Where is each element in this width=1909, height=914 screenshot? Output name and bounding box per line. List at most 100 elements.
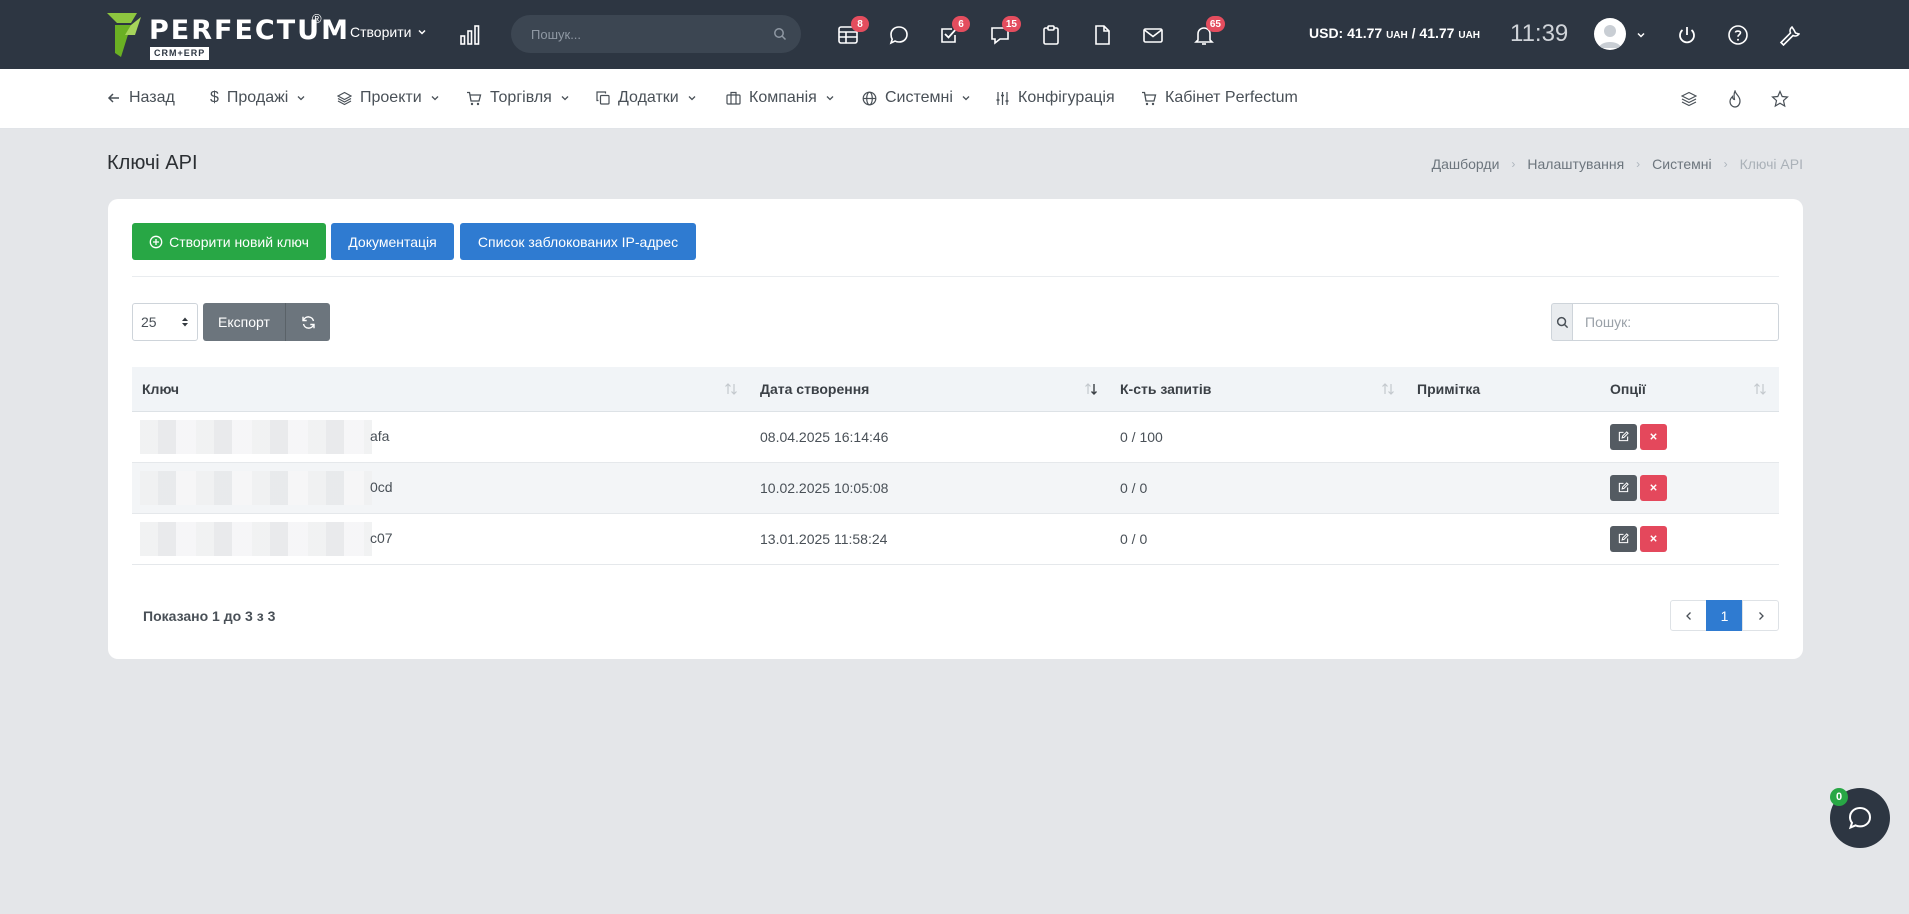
file-icon-button[interactable] bbox=[1091, 24, 1113, 46]
close-icon bbox=[1650, 433, 1657, 440]
nav-back[interactable]: Назад bbox=[107, 89, 175, 107]
options-cell bbox=[1600, 513, 1779, 565]
chevron-down-icon bbox=[561, 96, 569, 101]
nav-addons[interactable]: Додатки bbox=[596, 89, 697, 107]
flame-icon[interactable] bbox=[1727, 90, 1743, 108]
note-cell bbox=[1407, 411, 1600, 463]
edit-button[interactable] bbox=[1610, 525, 1637, 552]
created-cell: 13.01.2025 11:58:24 bbox=[750, 513, 1110, 565]
plus-circle-icon bbox=[149, 235, 163, 248]
rate-buy: 41.77 bbox=[1347, 25, 1383, 41]
nav-cabinet[interactable]: Кабінет Perfectum bbox=[1141, 89, 1298, 107]
sort-icon bbox=[725, 383, 737, 395]
nav-projects[interactable]: Проекти bbox=[337, 89, 440, 107]
breadcrumb-settings[interactable]: Налаштування bbox=[1527, 156, 1624, 172]
table-icon-button[interactable]: 8 bbox=[837, 16, 869, 46]
edit-button[interactable] bbox=[1610, 423, 1637, 450]
nav-sales[interactable]: $ Продажі bbox=[210, 89, 306, 107]
column-created[interactable]: Дата створення bbox=[750, 367, 1110, 412]
table-row: c07 13.01.2025 11:58:24 0 / 0 bbox=[132, 513, 1779, 565]
power-icon[interactable] bbox=[1676, 24, 1698, 46]
breadcrumb-dashboards[interactable]: Дашборди bbox=[1432, 156, 1500, 172]
delete-button[interactable] bbox=[1640, 423, 1667, 450]
sort-desc-icon bbox=[1085, 383, 1097, 395]
mail-icon-button[interactable] bbox=[1142, 24, 1164, 46]
edit-icon bbox=[1618, 431, 1629, 442]
table-row: 0cd 10.02.2025 10:05:08 0 / 0 bbox=[132, 462, 1779, 514]
clipboard-icon-button[interactable] bbox=[1040, 24, 1062, 46]
page-title: Ключі API bbox=[107, 152, 198, 174]
chevron-right-icon: › bbox=[1723, 157, 1728, 171]
docs-button[interactable]: Документація bbox=[331, 223, 454, 260]
copy-icon bbox=[596, 91, 610, 105]
star-icon[interactable] bbox=[1771, 90, 1789, 108]
export-button[interactable]: Експорт bbox=[203, 303, 286, 341]
nav-system[interactable]: Системні bbox=[862, 89, 971, 107]
column-key[interactable]: Ключ bbox=[132, 367, 750, 412]
wrench-icon[interactable] bbox=[1778, 24, 1800, 46]
refresh-button[interactable] bbox=[286, 303, 330, 341]
prev-page-button[interactable] bbox=[1670, 600, 1707, 631]
edit-button[interactable] bbox=[1610, 474, 1637, 501]
notifications-icon-button[interactable]: 65 bbox=[1193, 16, 1225, 46]
blocked-ips-button[interactable]: Список заблокованих IP-адрес bbox=[460, 223, 696, 260]
chat-icon-button[interactable] bbox=[888, 24, 910, 46]
bar-chart-icon[interactable] bbox=[459, 24, 481, 46]
avatar[interactable] bbox=[1594, 18, 1626, 50]
breadcrumb-system[interactable]: Системні bbox=[1652, 156, 1711, 172]
chevron-down-icon bbox=[431, 96, 439, 101]
table-search bbox=[1551, 303, 1779, 341]
brand-logo[interactable]: PERFECTUM ® CRM+ERP bbox=[107, 11, 348, 60]
key-tail: afa bbox=[370, 427, 390, 444]
delete-button[interactable] bbox=[1640, 474, 1667, 501]
chevron-right-icon bbox=[1758, 611, 1764, 620]
help-icon[interactable] bbox=[1727, 24, 1749, 46]
chevron-left-icon bbox=[1685, 611, 1691, 620]
nav-cabinet-label: Кабінет Perfectum bbox=[1165, 89, 1298, 106]
page-size-select[interactable]: 25 bbox=[132, 303, 198, 341]
column-key-label: Ключ bbox=[142, 380, 179, 397]
tables-badge: 8 bbox=[851, 16, 869, 32]
search-icon-box bbox=[1551, 303, 1572, 341]
create-key-button[interactable]: Створити новий ключ bbox=[132, 223, 326, 260]
search-icon[interactable] bbox=[773, 27, 787, 41]
blocked-ips-label: Список заблокованих IP-адрес bbox=[477, 233, 679, 250]
export-group: Експорт bbox=[203, 303, 330, 341]
global-search-input[interactable] bbox=[531, 26, 773, 42]
redacted-key bbox=[140, 521, 372, 556]
column-options-label: Опції bbox=[1610, 380, 1646, 397]
column-options[interactable]: Опції bbox=[1600, 367, 1779, 412]
layers-icon[interactable] bbox=[1681, 91, 1697, 107]
api-keys-table: Ключ Дата створення К-сть запитів Приміт… bbox=[132, 367, 1779, 565]
note-cell bbox=[1407, 462, 1600, 514]
chevron-right-icon: › bbox=[1511, 157, 1516, 171]
page-size-value: 25 bbox=[141, 314, 157, 330]
brand-registered: ® bbox=[312, 11, 322, 26]
comments-icon-button[interactable]: 15 bbox=[989, 16, 1021, 46]
chat-widget-button[interactable]: 0 bbox=[1830, 788, 1890, 848]
notifications-badge: 65 bbox=[1205, 16, 1225, 32]
tasks-icon-button[interactable]: 6 bbox=[938, 16, 970, 46]
chat-unread-badge: 0 bbox=[1830, 788, 1848, 806]
key-cell: 0cd bbox=[132, 462, 750, 514]
create-key-label: Створити новий ключ bbox=[169, 233, 309, 250]
create-menu[interactable]: Створити bbox=[350, 24, 427, 40]
page-button[interactable]: 1 bbox=[1706, 600, 1743, 631]
column-requests[interactable]: К-сть запитів bbox=[1110, 367, 1407, 412]
table-row: afa 08.04.2025 16:14:46 0 / 100 bbox=[132, 411, 1779, 463]
global-search[interactable] bbox=[511, 15, 801, 53]
api-keys-card: Створити новий ключ Документація Список … bbox=[108, 199, 1803, 659]
delete-button[interactable] bbox=[1640, 525, 1667, 552]
sliders-icon bbox=[996, 91, 1009, 105]
chevron-down-icon[interactable] bbox=[1636, 30, 1646, 40]
refresh-icon bbox=[301, 315, 315, 329]
nav-trade[interactable]: Торгівля bbox=[466, 89, 570, 107]
mail-icon bbox=[1143, 28, 1163, 43]
table-search-input[interactable] bbox=[1572, 303, 1779, 341]
key-cell: afa bbox=[132, 411, 750, 463]
nav-config[interactable]: Конфігурація bbox=[995, 89, 1115, 107]
next-page-button[interactable] bbox=[1742, 600, 1779, 631]
nav-trade-label: Торгівля bbox=[490, 89, 552, 106]
top-bar: PERFECTUM ® CRM+ERP Створити 8 6 15 bbox=[0, 0, 1909, 69]
nav-company[interactable]: Компанія bbox=[726, 89, 835, 107]
